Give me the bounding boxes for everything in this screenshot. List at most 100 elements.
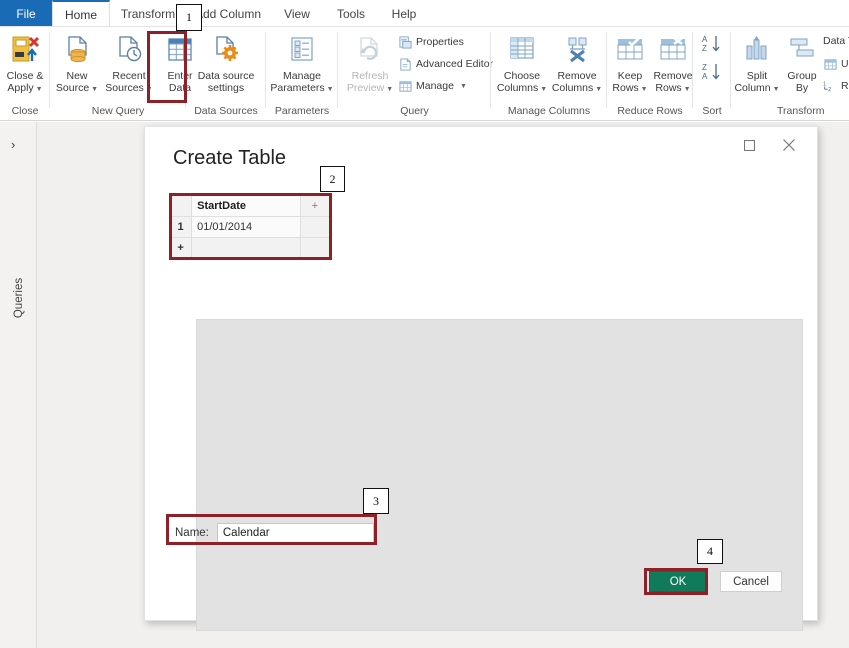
column-header-startdate[interactable]: StartDate bbox=[192, 196, 301, 217]
advanced-editor-button[interactable]: Advanced Editor bbox=[398, 57, 493, 71]
data-grid: StartDate + 1 01/01/2014 + bbox=[169, 195, 779, 515]
table-name-input[interactable] bbox=[217, 523, 374, 544]
ribbon-group-reduce-rows: Keep Rows▼ Remove Rows▼ bbox=[607, 27, 693, 121]
new-source-icon bbox=[62, 30, 92, 68]
tab-transform[interactable]: Transform bbox=[110, 0, 186, 27]
chevron-down-icon[interactable]: ▼ bbox=[540, 86, 547, 93]
chevron-down-icon[interactable]: ▼ bbox=[146, 86, 153, 93]
data-type-button[interactable]: Data T bbox=[823, 35, 849, 47]
group-title-sort: Sort bbox=[693, 105, 731, 117]
close-and-apply-label-line2: Apply▼ bbox=[7, 82, 42, 96]
advanced-editor-icon bbox=[398, 57, 412, 71]
tab-file[interactable]: File bbox=[0, 0, 52, 27]
cell-startdate[interactable]: 01/01/2014 bbox=[192, 217, 301, 238]
remove-columns-button[interactable]: Remove Columns▼ bbox=[549, 30, 605, 96]
split-column-button[interactable]: Split Column▼ bbox=[733, 30, 781, 96]
tab-tools[interactable]: Tools bbox=[324, 0, 378, 27]
chevron-down-icon[interactable]: ▼ bbox=[36, 86, 43, 93]
chevron-down-icon[interactable]: ▼ bbox=[327, 86, 334, 93]
ribbon: File Home Transform Add Column View Tool… bbox=[0, 0, 849, 122]
dialog-title: Create Table bbox=[173, 147, 286, 170]
replace-values-icon: 1 2 bbox=[823, 79, 837, 93]
ribbon-body: Close & Apply▼ Close bbox=[0, 27, 849, 121]
refresh-preview-label-line1: Refresh bbox=[352, 70, 389, 82]
split-column-icon bbox=[742, 30, 772, 68]
group-by-button[interactable]: Group By bbox=[783, 30, 821, 94]
recent-sources-label-line2: Sources▼ bbox=[105, 82, 152, 96]
tab-view[interactable]: View bbox=[270, 0, 324, 27]
manage-parameters-button[interactable]: Manage Parameters▼ bbox=[270, 30, 334, 96]
close-icon[interactable] bbox=[774, 133, 804, 157]
ok-button[interactable]: OK bbox=[649, 571, 707, 592]
data-source-settings-label-line2: settings bbox=[208, 82, 244, 94]
cancel-button[interactable]: Cancel bbox=[720, 571, 782, 592]
chevron-down-icon[interactable]: ▼ bbox=[641, 86, 648, 93]
ribbon-group-sort: A Z Z A Sort bbox=[693, 27, 731, 121]
choose-columns-button[interactable]: Choose Columns▼ bbox=[495, 30, 549, 96]
remove-rows-icon bbox=[658, 30, 688, 68]
recent-sources-icon bbox=[114, 30, 144, 68]
name-label: Name: bbox=[175, 527, 209, 539]
remove-columns-label-line2: Columns▼ bbox=[552, 82, 602, 96]
chevron-down-icon[interactable]: ▼ bbox=[460, 83, 467, 90]
row-number: 1 bbox=[170, 217, 192, 238]
grid-empty-area bbox=[196, 319, 803, 631]
remove-columns-text: Columns bbox=[552, 82, 593, 94]
new-source-button[interactable]: New Source▼ bbox=[54, 30, 100, 96]
add-row-button[interactable]: + bbox=[170, 238, 192, 259]
manage-parameters-label-line2: Parameters▼ bbox=[270, 82, 333, 96]
table-name-row: Name: bbox=[175, 522, 374, 544]
close-and-apply-label-line1: Close & bbox=[7, 70, 44, 82]
advanced-editor-label: Advanced Editor bbox=[416, 58, 493, 70]
keep-rows-button[interactable]: Keep Rows▼ bbox=[609, 30, 651, 96]
keep-rows-text: Rows bbox=[612, 82, 638, 94]
table-add-row[interactable]: + bbox=[170, 238, 330, 259]
ribbon-group-new-query: New Source▼ Recent Sources▼ bbox=[50, 27, 186, 121]
properties-button[interactable]: Properties bbox=[398, 35, 464, 49]
maximize-icon[interactable] bbox=[734, 133, 764, 157]
group-by-label-line1: Group bbox=[787, 70, 816, 82]
add-row-cell[interactable] bbox=[192, 238, 301, 259]
use-first-row-as-headers-button[interactable]: Us bbox=[823, 57, 849, 71]
recent-sources-button[interactable]: Recent Sources▼ bbox=[102, 30, 156, 96]
add-column-button[interactable]: + bbox=[300, 196, 329, 217]
svg-text:2: 2 bbox=[828, 86, 831, 92]
remove-rows-label-line2: Rows▼ bbox=[655, 82, 690, 96]
chevron-right-icon[interactable]: › bbox=[11, 137, 15, 152]
data-type-label: Data T bbox=[823, 35, 849, 47]
chevron-down-icon[interactable]: ▼ bbox=[684, 86, 691, 93]
svg-text:Z: Z bbox=[702, 44, 707, 53]
tab-help[interactable]: Help bbox=[378, 0, 430, 27]
manage-button[interactable]: Manage ▼ bbox=[398, 79, 467, 93]
remove-rows-button[interactable]: Remove Rows▼ bbox=[651, 30, 695, 96]
sort-ascending-button[interactable]: A Z bbox=[699, 33, 725, 55]
callout-badge-3: 3 bbox=[363, 488, 389, 514]
data-source-settings-button[interactable]: Data source settings bbox=[194, 30, 258, 94]
choose-columns-label-line1: Choose bbox=[504, 70, 540, 82]
refresh-icon bbox=[355, 30, 385, 68]
chevron-down-icon[interactable]: ▼ bbox=[773, 86, 780, 93]
chevron-down-icon[interactable]: ▼ bbox=[386, 86, 393, 93]
row-spacer-cell bbox=[300, 217, 329, 238]
editable-table[interactable]: StartDate + 1 01/01/2014 + bbox=[169, 195, 330, 259]
split-column-label-line2: Column▼ bbox=[734, 82, 779, 96]
tab-home[interactable]: Home bbox=[52, 0, 110, 27]
table-row[interactable]: 1 01/01/2014 bbox=[170, 217, 330, 238]
queries-pane-label[interactable]: Queries bbox=[13, 268, 25, 328]
sort-descending-button[interactable]: Z A bbox=[699, 61, 725, 83]
sort-descending-icon: Z A bbox=[701, 61, 723, 83]
chevron-down-icon[interactable]: ▼ bbox=[91, 86, 98, 93]
group-by-icon bbox=[787, 30, 817, 68]
recent-sources-label-line1: Recent bbox=[112, 70, 145, 82]
replace-values-button[interactable]: 1 2 Re bbox=[823, 79, 849, 93]
refresh-preview-text: Preview bbox=[347, 82, 384, 94]
callout-badge-4: 4 bbox=[697, 539, 723, 564]
group-by-label-line2: By bbox=[796, 82, 808, 94]
manage-parameters-text: Parameters bbox=[270, 82, 324, 94]
close-and-apply-button[interactable]: Close & Apply▼ bbox=[3, 30, 47, 96]
refresh-preview-button[interactable]: Refresh Preview▼ bbox=[344, 30, 396, 96]
choose-columns-icon bbox=[507, 30, 537, 68]
queries-pane: › Queries bbox=[0, 122, 37, 648]
chevron-down-icon[interactable]: ▼ bbox=[595, 86, 602, 93]
recent-sources-text: Sources bbox=[105, 82, 144, 94]
